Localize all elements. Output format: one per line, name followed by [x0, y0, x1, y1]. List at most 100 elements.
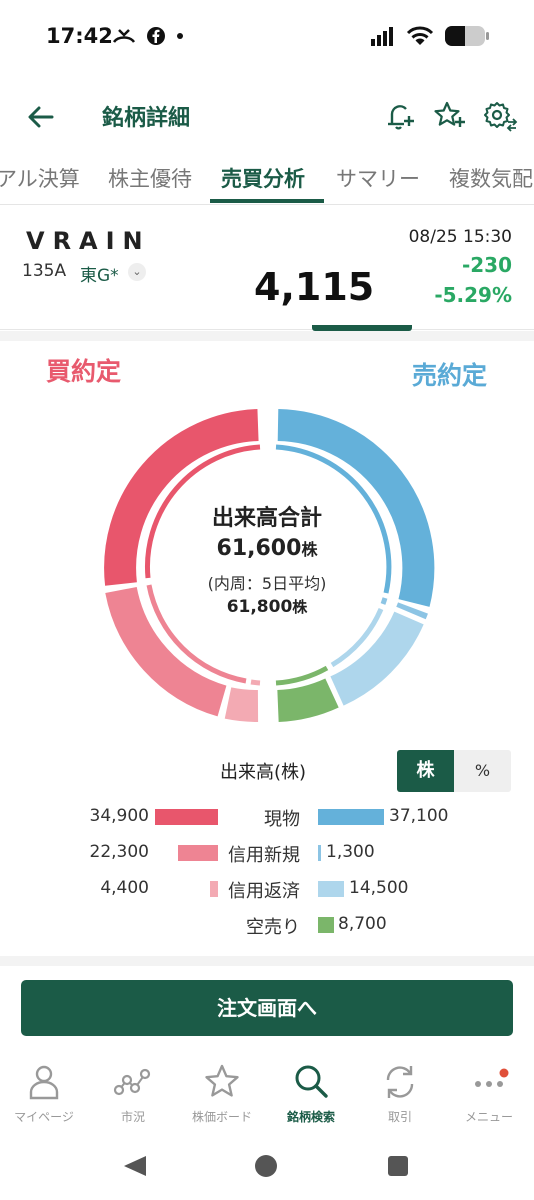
short-sell-bar: [318, 917, 334, 933]
nav-label: メニュー: [464, 1110, 513, 1124]
buy-margin-close-bar: [210, 881, 218, 897]
avg-buy-margin-close-arc: [250, 679, 261, 686]
legend-label-short-sell: 空売り: [246, 917, 300, 938]
legend-row-margin-new: 22,300 信用新規 1,300: [0, 840, 534, 866]
gear-sort-icon[interactable]: [482, 98, 518, 134]
nav-label: 株価ボード: [191, 1110, 252, 1124]
buy-margin-new-value: 22,300: [89, 842, 149, 862]
total-volume-unit: 株: [301, 540, 318, 559]
average-volume-value: 61,800: [226, 597, 293, 617]
refresh-icon: [386, 1066, 414, 1098]
nav-stock-search[interactable]: 銘柄検索: [266, 1062, 356, 1125]
legend-row-cash: 34,900 現物 37,100: [0, 804, 534, 830]
sell-margin-close-value: 14,500: [349, 878, 409, 898]
tab-summary[interactable]: サマリー: [336, 163, 420, 193]
buy-executions-label: 買約定: [46, 357, 122, 386]
buy-cash-value: 34,900: [89, 806, 149, 826]
stock-code: 135A: [22, 261, 67, 281]
missed-call-icon: [112, 29, 136, 43]
price-change: -230: [461, 253, 512, 277]
divider: [0, 956, 534, 966]
bell-plus-icon[interactable]: [382, 98, 418, 134]
bottom-navigation: マイページ 市況 株価ボード 銘柄検索 取引 メニュー: [0, 1058, 534, 1138]
buy-margin-close-arc: [224, 687, 259, 722]
sell-cash-bar: [318, 809, 384, 825]
legend-row-margin-close: 4,400 信用返済 14,500: [0, 876, 534, 902]
tab-trade-analysis[interactable]: 売買分析: [221, 163, 305, 193]
quote-datetime: 08/25 15:30: [408, 227, 512, 247]
notification-dot-icon: [177, 33, 183, 39]
badge-dot: [499, 1068, 509, 1078]
tab-bar: アル決算 株主優待 売買分析 サマリー 複数気配: [0, 155, 534, 205]
tab-shareholder-benefits[interactable]: 株主優待: [108, 163, 192, 193]
back-triangle-icon: [124, 1156, 146, 1176]
toggle-shares-button[interactable]: 株: [397, 750, 454, 792]
star-plus-icon[interactable]: [432, 98, 468, 134]
market-selector[interactable]: 東G*: [80, 261, 119, 286]
buy-margin-new-bar: [178, 845, 218, 861]
status-time: 17:42: [46, 24, 113, 48]
legend-label-margin-new: 信用新規: [228, 845, 300, 866]
divider: [0, 331, 534, 341]
sell-margin-new-value: 1,300: [326, 842, 375, 862]
wifi-icon: [406, 26, 434, 45]
average-volume: 61,800株: [0, 596, 534, 617]
total-volume-value: 61,600: [216, 536, 302, 561]
volume-donut-chart: [104, 409, 435, 722]
avg-short-sell-arc: [275, 665, 329, 686]
volume-label: 出来高(株): [220, 762, 307, 783]
facebook-icon: [147, 27, 165, 45]
sell-margin-new-bar: [318, 845, 321, 861]
order-screen-button[interactable]: 注文画面へ: [21, 980, 513, 1036]
legend-row-short-sell: 空売り 8,700: [0, 912, 534, 938]
buy-outer-ring: [104, 409, 259, 722]
back-arrow-icon[interactable]: [24, 100, 58, 134]
buy-margin-close-value: 4,400: [100, 878, 149, 898]
unit-toggle: 株 %: [397, 750, 511, 792]
page-title: 銘柄詳細: [102, 106, 191, 131]
tab-depth-quotes[interactable]: 複数気配: [449, 163, 533, 193]
star-icon: [205, 1064, 239, 1097]
sell-margin-close-bar: [318, 881, 344, 897]
stock-summary: VRAIN 135A 東G* ⌄ 4,115 08/25 15:30 -230 …: [0, 215, 534, 331]
stock-name: VRAIN: [26, 227, 151, 255]
home-circle-icon: [255, 1155, 277, 1177]
market-chart-icon: [113, 1068, 151, 1096]
average-volume-unit: 株: [292, 598, 308, 616]
nav-label: マイページ: [14, 1110, 74, 1124]
total-volume: 61,600株: [0, 536, 534, 561]
recents-square-icon: [388, 1156, 408, 1176]
nav-menu[interactable]: メニュー: [444, 1062, 534, 1125]
search-icon: [295, 1065, 328, 1098]
nav-label: 取引: [387, 1110, 412, 1124]
average-caption: (内周：5日平均): [207, 574, 327, 593]
more-icon: [475, 1068, 509, 1087]
nav-market[interactable]: 市況: [88, 1062, 178, 1125]
tab-earnings[interactable]: アル決算: [0, 163, 80, 193]
nav-label: 市況: [120, 1110, 145, 1124]
average-inner-ring: [144, 444, 392, 686]
signal-icon: [371, 27, 393, 46]
nav-trade[interactable]: 取引: [355, 1062, 445, 1125]
nav-mypage[interactable]: マイページ: [0, 1062, 89, 1125]
short-sell-arc: [276, 678, 339, 722]
price-change-percent: -5.29%: [434, 283, 512, 307]
legend-label-margin-close: 信用返済: [228, 881, 300, 902]
active-tab-indicator: [210, 199, 324, 203]
nav-label: 銘柄検索: [286, 1110, 335, 1124]
total-volume-title: 出来高合計: [211, 506, 322, 531]
stock-price: 4,115: [254, 265, 375, 309]
app-header: 銘柄詳細: [0, 90, 534, 142]
sell-executions-label: 売約定: [412, 361, 488, 390]
chevron-down-icon[interactable]: ⌄: [128, 263, 146, 281]
status-bar: 17:42: [0, 0, 534, 78]
person-icon: [29, 1065, 59, 1100]
toggle-percent-button[interactable]: %: [454, 750, 511, 792]
buy-cash-bar: [155, 809, 218, 825]
nav-stock-board[interactable]: 株価ボード: [177, 1062, 267, 1125]
sell-outer-ring: [276, 409, 435, 722]
sell-cash-value: 37,100: [389, 806, 449, 826]
short-sell-value: 8,700: [338, 914, 387, 934]
system-navigation-bar: [124, 1155, 408, 1177]
legend-label-cash: 現物: [264, 809, 300, 830]
